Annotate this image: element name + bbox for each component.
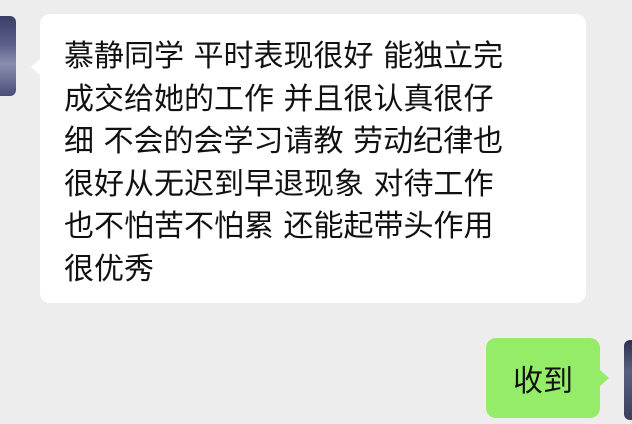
outgoing-message-bubble[interactable]: 收到 — [486, 338, 609, 418]
user-avatar[interactable] — [624, 340, 632, 420]
message-line: 成交给她的工作 并且很认真很仔 — [64, 81, 494, 117]
message-line: 慕静同学 平时表现很好 能独立完 — [64, 39, 504, 74]
message-line: 细 不会的会学习请教 劳动纪律也 — [64, 124, 504, 160]
incoming-message-text: 慕静同学 平时表现很好 能独立完 成交给她的工作 并且很认真很仔细 不会的会学习请… — [64, 36, 568, 292]
message-line: 很好从无迟到早退现象 对待工作 — [64, 166, 494, 202]
message-line: 也不怕苦不怕累 还能起带头作用 — [64, 209, 494, 245]
incoming-message-bubble[interactable]: 慕静同学 平时表现很好 能独立完 成交给她的工作 并且很认真很仔细 不会的会学习请… — [31, 14, 586, 303]
outgoing-message-text: 收到 — [513, 364, 573, 399]
message-line: 很优秀 — [64, 251, 154, 287]
sender-avatar[interactable] — [0, 16, 16, 96]
